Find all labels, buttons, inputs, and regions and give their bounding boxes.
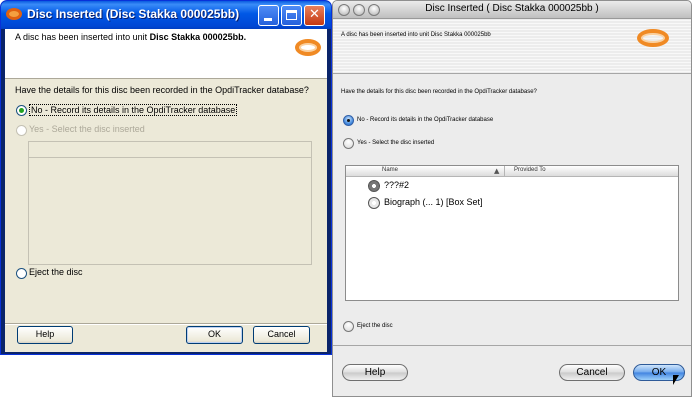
xp-radio-yes (16, 125, 27, 136)
disc-icon (368, 180, 380, 192)
xp-message-unit: Disc Stakka 000025bb. (149, 32, 247, 42)
mac-radio-no[interactable] (343, 115, 354, 126)
xp-disc-list (28, 141, 312, 265)
mac-help-button[interactable]: Help (342, 364, 408, 381)
xp-radio-eject-label[interactable]: Eject the disc (29, 267, 83, 277)
mouse-cursor-icon (673, 375, 679, 385)
xp-window-title: Disc Inserted (Disc Stakka 000025bb) (27, 7, 240, 21)
close-button[interactable]: ✕ (304, 5, 325, 26)
xp-radio-eject[interactable] (16, 268, 27, 279)
mac-radio-no-label[interactable]: No - Record its details in the OpdiTrack… (357, 117, 493, 123)
mac-list-header: Name ▲ Provided To (346, 166, 678, 177)
xp-header-panel: A disc has been inserted into unit Disc … (5, 29, 327, 79)
mac-cancel-button[interactable]: Cancel (559, 364, 625, 381)
xp-dialog-body: A disc has been inserted into unit Disc … (5, 29, 327, 352)
xp-message-prefix: A disc has been inserted into unit (15, 32, 150, 42)
xp-separator (5, 323, 327, 325)
list-item-name: ???#2 (384, 180, 410, 190)
mac-radio-eject-label[interactable]: Eject the disc (357, 323, 393, 329)
xp-help-button[interactable]: Help (17, 326, 73, 344)
xp-question-text: Have the details for this disc been reco… (15, 85, 309, 95)
sort-ascending-icon[interactable]: ▲ (494, 167, 499, 175)
xp-message: A disc has been inserted into unit Disc … (15, 32, 246, 42)
xp-list-header (29, 142, 311, 158)
column-header-name[interactable]: Name (382, 167, 398, 173)
column-header-provided-to[interactable]: Provided To (514, 167, 546, 173)
mac-window-title: Disc Inserted ( Disc Stakka 000025bb ) (425, 3, 599, 14)
disc-app-icon (6, 8, 22, 20)
close-icon: ✕ (309, 7, 320, 22)
opditracker-logo-icon (637, 29, 669, 47)
list-item-name: Biograph (... 1) [Box Set] (384, 197, 483, 207)
mac-radio-yes[interactable] (343, 138, 354, 149)
maximize-button[interactable] (281, 5, 302, 26)
xp-cancel-button[interactable]: Cancel (253, 326, 310, 344)
mac-question-text: Have the details for this disc been reco… (341, 89, 537, 95)
xp-titlebar[interactable]: Disc Inserted (Disc Stakka 000025bb) ✕ (1, 1, 331, 29)
xp-radio-no-label[interactable]: No - Record its details in the OpdiTrack… (29, 104, 238, 116)
maximize-icon (286, 10, 297, 20)
xp-radio-no[interactable] (16, 105, 27, 116)
mac-radio-eject[interactable] (343, 321, 354, 332)
minimize-button[interactable] (258, 5, 279, 26)
mac-radio-yes-label[interactable]: Yes - Select the disc inserted (357, 140, 434, 146)
mac-separator (333, 345, 691, 346)
mac-message: A disc has been inserted into unit Disc … (341, 32, 491, 38)
xp-dialog-window: Disc Inserted (Disc Stakka 000025bb) ✕ A… (0, 0, 332, 355)
column-divider[interactable] (504, 166, 505, 177)
disc-icon (368, 197, 380, 209)
xp-ok-button[interactable]: OK (186, 326, 243, 344)
mac-header-panel: A disc has been inserted into unit Disc … (333, 20, 691, 74)
mac-titlebar[interactable]: Disc Inserted ( Disc Stakka 000025bb ) (333, 1, 691, 19)
mac-disc-list[interactable]: Name ▲ Provided To ???#2 Biograph (... 1… (345, 165, 679, 301)
minimize-icon (264, 18, 272, 21)
mac-dialog-window: Disc Inserted ( Disc Stakka 000025bb ) A… (332, 0, 692, 397)
opditracker-logo-icon (295, 39, 321, 56)
xp-radio-yes-label: Yes - Select the disc inserted (29, 124, 145, 134)
